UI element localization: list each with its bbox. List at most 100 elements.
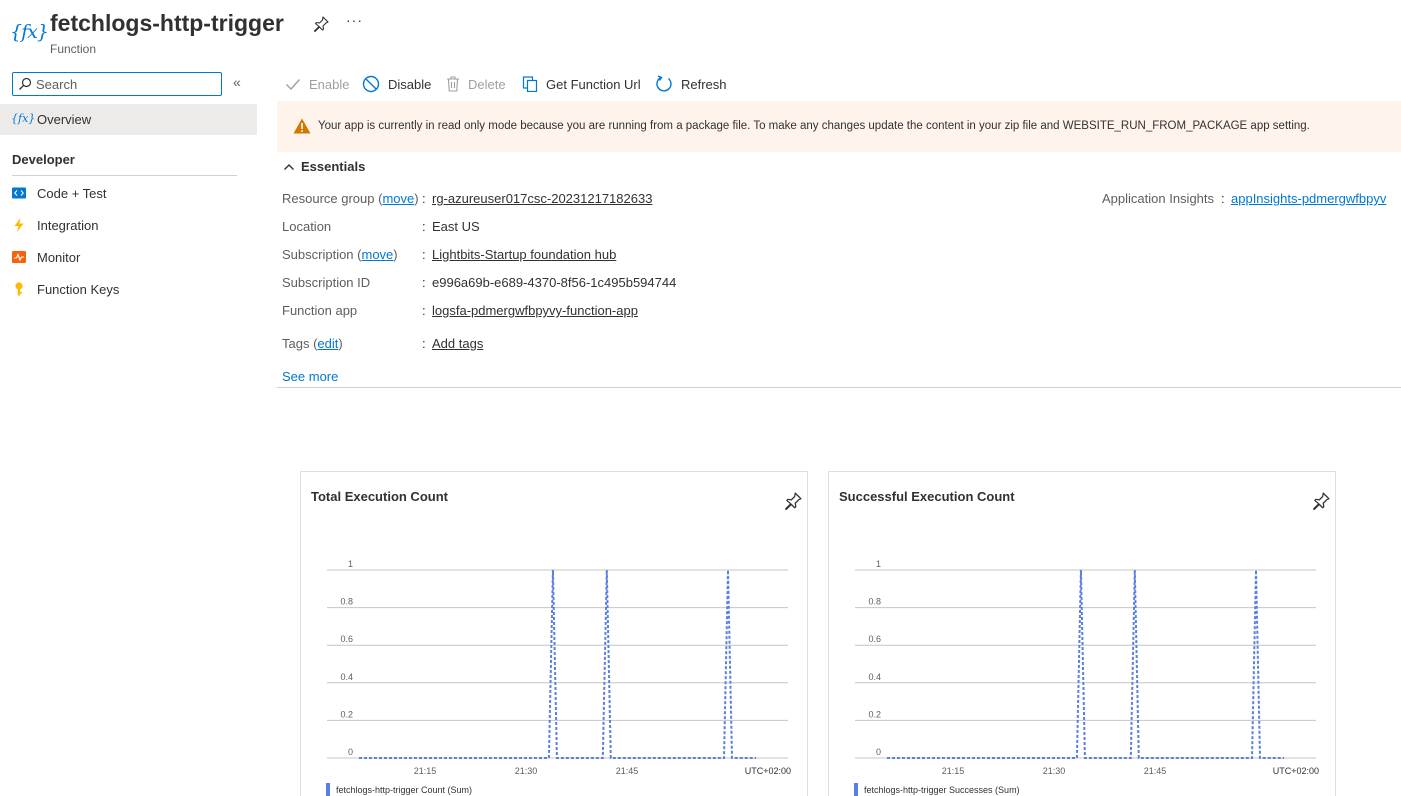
series-line[interactable] — [359, 569, 756, 759]
x-tick-label: 21:45 — [616, 766, 639, 776]
legend-swatch — [326, 783, 330, 796]
enable-button[interactable]: Enable — [285, 74, 349, 94]
disable-label: Disable — [388, 76, 432, 92]
sidebar-item-label: Monitor — [37, 250, 81, 265]
subscription-link[interactable]: Lightbits-Startup foundation hub — [432, 247, 616, 262]
location-value: East US — [432, 219, 480, 234]
function-icon: {fx} — [11, 112, 36, 125]
move-subscription-link[interactable]: move — [361, 247, 393, 262]
get-function-url-button[interactable]: Get Function Url — [522, 74, 641, 94]
successful-execution-count-card[interactable]: Successful Execution Count 1 0.8 0.6 0.4 0.2… — [828, 471, 1336, 796]
legend-swatch — [854, 783, 858, 796]
app-insights-link[interactable]: appInsights-pdmergwfbpyv — [1231, 191, 1386, 206]
subscription-label: Subscription (move) — [282, 247, 398, 262]
refresh-button[interactable]: Refresh — [655, 74, 727, 94]
sidebar-item-label: Code + Test — [37, 186, 107, 201]
legend-entry[interactable]: fetchlogs-http-trigger Count (Sum) — [336, 785, 472, 795]
series-line[interactable] — [887, 569, 1284, 759]
add-tags-link[interactable]: Add tags — [432, 336, 483, 351]
lightning-icon — [14, 218, 24, 232]
legend-entry[interactable]: fetchlogs-http-trigger Successes (Sum) — [864, 785, 1020, 795]
disable-button[interactable]: Disable — [362, 74, 431, 94]
line-chart: 1 0.8 0.6 0.4 0.2 0 21:15 21:30 21:45 UTC+02:00 — [327, 559, 791, 776]
function-app-link[interactable]: logsfa-pdmergwfbpyvy-function-app — [432, 303, 638, 318]
divider — [277, 387, 1401, 388]
sidebar-item-overview[interactable]: {fx} Overview — [0, 104, 257, 135]
refresh-icon — [656, 75, 672, 92]
total-execution-count-card[interactable]: Total Execution Count 1 0.8 0.6 0.4 0.2 0 21:1… — [300, 471, 808, 796]
colon: : — [422, 275, 426, 290]
resource-group-link[interactable]: rg-azureuser017csc-20231217182633 — [432, 191, 652, 206]
code-icon — [12, 187, 26, 199]
sidebar-item-function-keys[interactable]: Function Keys — [0, 276, 257, 304]
trash-icon — [447, 76, 459, 92]
sidebar-item-monitor[interactable]: Monitor — [0, 244, 257, 272]
subscription-id-value: e996a69b-e689-4370-8f56-1c495b594744 — [432, 275, 677, 290]
y-tick-label: 1 — [348, 559, 353, 569]
colon: : — [422, 336, 426, 351]
key-icon — [15, 282, 23, 296]
tags-label: Tags (edit) — [282, 336, 343, 351]
y-tick-label: 1 — [876, 559, 881, 569]
get-function-url-label: Get Function Url — [546, 76, 641, 92]
function-icon: {fx} — [10, 21, 49, 43]
pin-icon[interactable] — [313, 16, 329, 32]
read-only-warning-banner: Your app is currently in read only mode … — [277, 101, 1401, 152]
sidebar-item-label: Overview — [37, 112, 92, 127]
page-title: fetchlogs-http-trigger — [50, 10, 284, 36]
timezone-label: UTC+02:00 — [745, 766, 791, 776]
y-tick-label: 0.6 — [340, 634, 353, 644]
x-tick-label: 21:15 — [942, 766, 965, 776]
collapse-sidebar-button[interactable]: « — [233, 74, 241, 90]
y-tick-label: 0.4 — [868, 672, 881, 682]
x-tick-label: 21:15 — [414, 766, 437, 776]
search-icon — [19, 77, 32, 90]
delete-button[interactable]: Delete — [446, 74, 506, 94]
sidebar-section-developer: Developer — [12, 152, 75, 167]
move-resource-group-link[interactable]: move — [382, 191, 414, 206]
x-tick-label: 21:30 — [515, 766, 538, 776]
line-chart: 1 0.8 0.6 0.4 0.2 0 21:15 21:30 21:45 UTC+02:00 — [855, 559, 1319, 776]
copy-icon — [522, 76, 538, 92]
colon: : — [422, 191, 426, 206]
colon: : — [422, 219, 426, 234]
sidebar-item-code-test[interactable]: Code + Test — [0, 180, 257, 208]
y-tick-label: 0.4 — [340, 672, 353, 682]
colon: : — [422, 247, 426, 262]
refresh-label: Refresh — [681, 76, 727, 92]
y-tick-label: 0.2 — [340, 709, 353, 719]
colon: : — [1221, 191, 1225, 206]
enable-label: Enable — [309, 76, 350, 92]
timezone-label: UTC+02:00 — [1273, 766, 1319, 776]
delete-label: Delete — [468, 76, 506, 92]
more-options-button[interactable]: ··· — [346, 12, 363, 28]
y-tick-label: 0.8 — [340, 597, 353, 607]
resource-group-label: Resource group (move) — [282, 191, 419, 206]
sidebar-item-label: Integration — [37, 218, 99, 233]
sidebar-item-label: Function Keys — [37, 282, 120, 297]
chevron-up-icon — [284, 163, 294, 170]
essentials-toggle[interactable]: Essentials — [283, 159, 365, 174]
see-more-link[interactable]: See more — [282, 369, 338, 384]
y-tick-label: 0.8 — [868, 597, 881, 607]
x-tick-label: 21:30 — [1043, 766, 1066, 776]
warning-message: Your app is currently in read only mode … — [318, 120, 1310, 132]
search-box[interactable] — [12, 72, 222, 96]
edit-tags-link[interactable]: edit — [317, 336, 338, 351]
divider — [12, 175, 237, 176]
warning-icon — [293, 118, 311, 134]
disable-icon — [362, 75, 380, 93]
y-tick-label: 0 — [348, 747, 353, 757]
checkmark-icon — [286, 79, 301, 91]
search-input[interactable] — [36, 75, 216, 93]
y-tick-label: 0 — [876, 747, 881, 757]
sidebar-item-integration[interactable]: Integration — [0, 212, 257, 240]
y-tick-label: 0.2 — [868, 709, 881, 719]
colon: : — [422, 303, 426, 318]
x-tick-label: 21:45 — [1144, 766, 1167, 776]
page-subtitle: Function — [50, 42, 97, 56]
app-insights-label: Application Insights — [1102, 191, 1215, 206]
y-tick-label: 0.6 — [868, 634, 881, 644]
location-label: Location — [282, 219, 332, 234]
monitor-icon — [12, 251, 26, 263]
